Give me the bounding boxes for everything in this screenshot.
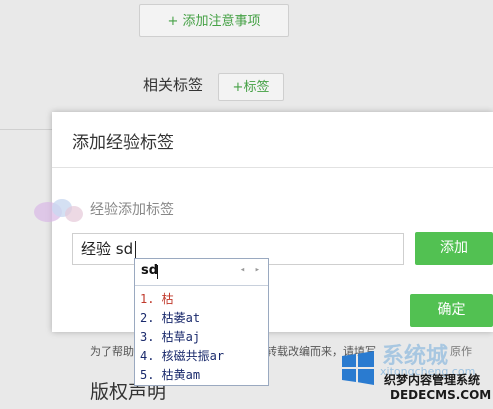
decorative-blob-icon (34, 199, 83, 222)
add-button[interactable]: 添加 (415, 232, 493, 265)
tag-input-value: 经验 sd (81, 240, 134, 258)
text-caret (135, 241, 137, 258)
tag-hint-text: 经验添加标签 (90, 202, 174, 218)
add-tag-button[interactable]: +标签 (218, 73, 284, 101)
original-author-label: 原作 (450, 345, 472, 358)
add-tag-dialog: 添加经验标签 经验添加标签 经验 sd 添加 确定 (34, 112, 493, 332)
ime-candidate[interactable]: 4. 核磁共振ar (140, 347, 268, 366)
ime-candidate-window: sd ◂ ▸ 1. 枯 2. 枯萎at 3. 枯草aj 4. 核磁共振ar 5.… (134, 258, 269, 386)
windows-logo-icon (342, 351, 374, 385)
confirm-button[interactable]: 确定 (410, 294, 493, 327)
ime-candidate[interactable]: 1. 枯 (140, 290, 268, 309)
dialog-divider (52, 167, 493, 168)
ime-candidate[interactable]: 3. 枯草aj (140, 328, 268, 347)
ime-composition-bar: sd ◂ ▸ (135, 259, 268, 286)
ime-page-arrows-icon[interactable]: ◂ ▸ (240, 265, 262, 275)
watermark-text: 织梦内容管理系统 (384, 373, 481, 387)
add-note-button[interactable]: + 添加注意事项 (139, 4, 289, 37)
ime-candidate[interactable]: 5. 枯黄am (140, 366, 268, 385)
ime-candidate-list: 1. 枯 2. 枯萎at 3. 枯草aj 4. 核磁共振ar 5. 枯黄am (135, 286, 268, 385)
ime-candidate[interactable]: 2. 枯萎at (140, 309, 268, 328)
watermark-domain: DEDECMS.COM (390, 388, 492, 402)
dialog-title: 添加经验标签 (72, 133, 174, 153)
related-tags-label: 相关标签 (143, 76, 204, 94)
ime-cursor (157, 265, 158, 279)
ime-composition: sd (141, 263, 159, 278)
